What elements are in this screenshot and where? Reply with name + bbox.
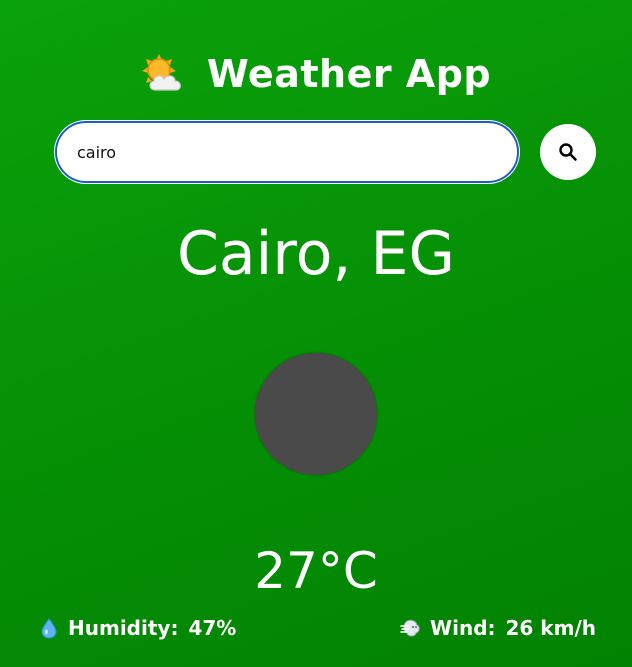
sun-behind-cloud-icon xyxy=(141,54,181,91)
temperature: 27°C xyxy=(254,542,378,600)
weather-condition-icon xyxy=(255,353,377,475)
weather-app: Weather App Cairo, EG 27°C Humidity: 47%… xyxy=(0,0,632,667)
droplet-icon xyxy=(41,618,57,639)
search-button[interactable] xyxy=(540,124,596,180)
wind-face-icon xyxy=(400,619,420,637)
city-name: Cairo, EG xyxy=(177,219,455,289)
search-icon xyxy=(559,143,577,161)
wind-stat: Wind: 26 km/h xyxy=(400,614,596,642)
search-bar xyxy=(55,121,596,183)
wind-label: Wind: xyxy=(430,616,496,640)
wind-value: 26 km/h xyxy=(505,616,596,640)
humidity-value: 47% xyxy=(188,616,237,640)
app-header: Weather App xyxy=(0,50,632,98)
humidity-stat: Humidity: 47% xyxy=(38,614,236,642)
humidity-label: Humidity: xyxy=(68,616,179,640)
city-search-input[interactable] xyxy=(55,121,519,183)
app-title: Weather App xyxy=(206,52,492,96)
